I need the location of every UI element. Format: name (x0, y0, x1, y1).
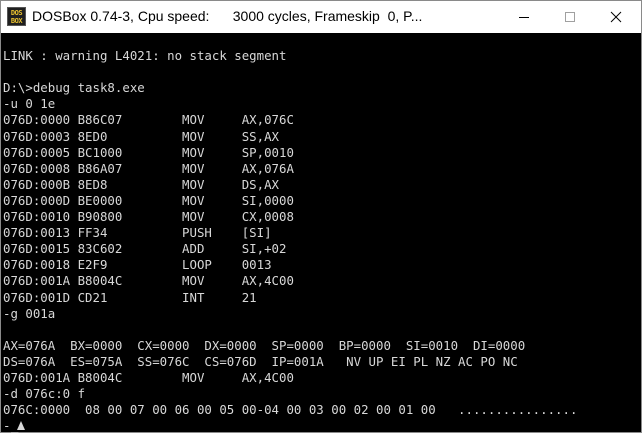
app-icon-text-bottom: BOX (10, 16, 23, 25)
console-line: 076C:0000 08 00 07 00 06 00 05 00-04 00 … (3, 402, 578, 418)
console-line: 076D:001A B8004C MOV AX,4C00 (3, 273, 294, 289)
dosbox-app-icon[interactable]: DOS BOX (7, 7, 26, 26)
window-title: DOSBox 0.74-3, Cpu speed: 3000 cycles, F… (32, 8, 423, 24)
console-line: -d 076c:0 f (3, 386, 86, 402)
console-line: 076D:0013 FF34 PUSH [SI] (3, 225, 272, 241)
console-line: 076D:001D CD21 INT 21 (3, 289, 257, 305)
maximize-icon (565, 12, 575, 22)
console-line: AX=076A BX=0000 CX=0000 DX=0000 SP=0000 … (3, 337, 526, 353)
console-line: 076D:0018 E2F9 LOOP 0013 (3, 257, 272, 273)
console-line: 076D:0000 B86C07 MOV AX,076C (3, 112, 294, 128)
close-button[interactable] (593, 1, 639, 33)
console-line: D:\>debug task8.exe (3, 80, 145, 96)
console-line: 076D:0015 83C602 ADD SI,+02 (3, 241, 287, 257)
dos-console[interactable]: LINK : warning L4021: no stack segment D:… (1, 33, 641, 433)
console-line: - (3, 418, 11, 433)
console-line: DS=076A ES=075A SS=076C CS=076D IP=001A … (3, 353, 518, 369)
close-icon (610, 11, 622, 23)
maximize-button[interactable] (547, 1, 593, 33)
mouse-pointer-icon (17, 421, 25, 430)
console-line: 076D:000D BE0000 MOV SI,0000 (3, 192, 294, 208)
app-icon-text-top: DOS (10, 8, 23, 17)
console-line: -u 0 1e (3, 96, 56, 112)
console-line: 076D:0010 B90800 MOV CX,0008 (3, 209, 294, 224)
console-line: LINK : warning L4021: no stack segment (3, 48, 287, 63)
title-bar[interactable]: DOS BOX DOSBox 0.74-3, Cpu speed: 3000 c… (1, 1, 641, 33)
console-line: 076D:0008 B86A07 MOV AX,076A (3, 160, 294, 176)
console-line: 076D:0005 BC1000 MOV SP,0010 (3, 144, 294, 160)
minimize-icon (519, 17, 529, 18)
console-line: 076D:000B 8ED8 MOV DS,AX (3, 176, 280, 192)
console-line: 076D:001A B8004C MOV AX,4C00 (3, 370, 294, 385)
dosbox-window: DOS BOX DOSBox 0.74-3, Cpu speed: 3000 c… (0, 0, 642, 433)
minimize-button[interactable] (501, 1, 547, 33)
console-line: -g 001a (3, 305, 56, 321)
console-line: 076D:0003 8ED0 MOV SS,AX (3, 128, 280, 144)
